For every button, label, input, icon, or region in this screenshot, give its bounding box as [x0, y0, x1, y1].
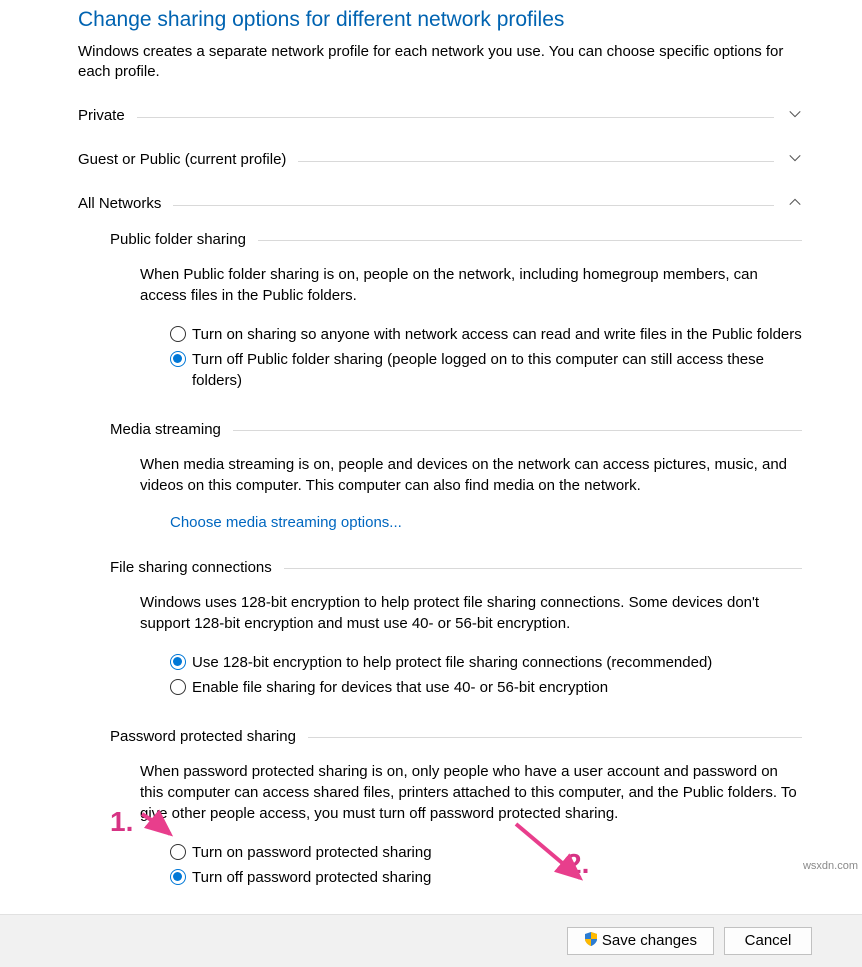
radio-icon [170, 654, 186, 670]
password-heading: Password protected sharing [110, 728, 802, 745]
radio-icon [170, 844, 186, 860]
chevron-down-icon [774, 151, 802, 169]
media-options-link[interactable]: Choose media streaming options... [170, 514, 402, 531]
watermark: wsxdn.com [803, 860, 858, 872]
public-folder-desc: When Public folder sharing is on, people… [140, 264, 802, 306]
uac-shield-icon [584, 932, 598, 950]
radio-icon [170, 869, 186, 885]
radio-icon [170, 679, 186, 695]
media-heading: Media streaming [110, 421, 802, 438]
password-desc: When password protected sharing is on, o… [140, 761, 802, 824]
footer-bar: Save changes Cancel [0, 914, 862, 967]
public-folder-heading: Public folder sharing [110, 231, 802, 248]
radio-password-off[interactable]: Turn off password protected sharing [170, 867, 802, 888]
profile-private-header[interactable]: Private [78, 107, 802, 125]
profile-guest-header[interactable]: Guest or Public (current profile) [78, 151, 802, 169]
cancel-button[interactable]: Cancel [724, 927, 812, 955]
page-title: Change sharing options for different net… [78, 8, 802, 32]
profile-guest-label: Guest or Public (current profile) [78, 151, 298, 168]
file-sharing-desc: Windows uses 128-bit encryption to help … [140, 592, 802, 634]
radio-128bit[interactable]: Use 128-bit encryption to help protect f… [170, 652, 802, 673]
intro-text: Windows creates a separate network profi… [78, 42, 802, 83]
radio-icon [170, 326, 186, 342]
profile-private-label: Private [78, 107, 137, 124]
radio-public-on[interactable]: Turn on sharing so anyone with network a… [170, 324, 802, 345]
profile-all-header[interactable]: All Networks [78, 195, 802, 213]
file-sharing-heading: File sharing connections [110, 559, 802, 576]
chevron-down-icon [774, 107, 802, 125]
radio-password-on[interactable]: Turn on password protected sharing [170, 842, 802, 863]
radio-icon [170, 351, 186, 367]
radio-40bit[interactable]: Enable file sharing for devices that use… [170, 677, 802, 698]
save-button[interactable]: Save changes [567, 927, 714, 955]
radio-public-off[interactable]: Turn off Public folder sharing (people l… [170, 349, 802, 391]
media-desc: When media streaming is on, people and d… [140, 454, 802, 496]
profile-all-label: All Networks [78, 195, 173, 212]
chevron-up-icon [774, 195, 802, 213]
